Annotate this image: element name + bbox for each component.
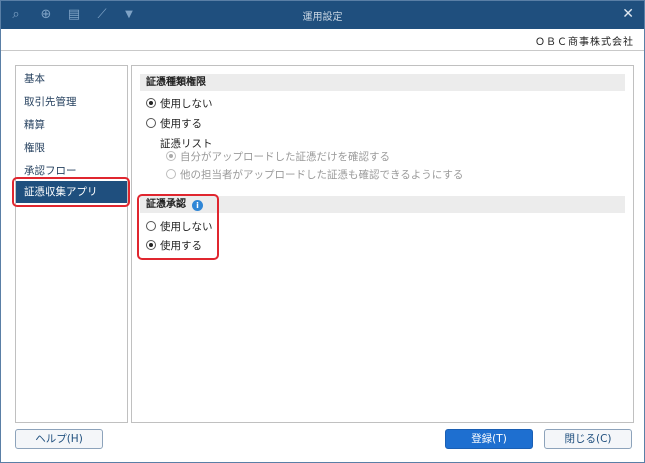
voucher-list-label: 証憑リスト	[160, 138, 213, 150]
register-button[interactable]: 登録(T)	[445, 429, 533, 449]
highlight-box-approval	[137, 194, 219, 260]
radio-own-vouchers-only[interactable]: 自分がアップロードした証憑だけを確認する	[166, 150, 390, 164]
section-header-voucher-type: 証憑種類権限	[140, 74, 625, 91]
sidebar-item-permissions[interactable]: 権限	[16, 137, 127, 159]
radio-voucher-type-not-use[interactable]: 使用しない	[146, 97, 213, 111]
radio-icon	[146, 98, 156, 108]
sidebar-item-partner-management[interactable]: 取引先管理	[16, 91, 127, 113]
radio-icon	[166, 151, 176, 161]
radio-label: 使用しない	[160, 98, 213, 110]
title-bar: ⌕ ⊕ ▤ ⟋ ▼ 運用設定 ✕	[1, 1, 644, 29]
radio-label: 自分がアップロードした証憑だけを確認する	[180, 151, 390, 163]
settings-window: ⌕ ⊕ ▤ ⟋ ▼ 運用設定 ✕ ＯＢＣ商事株式会社 基本 取引先管理 精算 権…	[0, 0, 645, 463]
sidebar: 基本 取引先管理 精算 権限 承認フロー 証憑収集アプリ	[15, 65, 128, 423]
radio-icon	[166, 169, 176, 179]
radio-icon	[146, 118, 156, 128]
window-title: 運用設定	[302, 12, 343, 23]
close-button[interactable]: 閉じる(C)	[544, 429, 632, 449]
help-button[interactable]: ヘルプ(H)	[15, 429, 103, 449]
close-icon[interactable]: ✕	[622, 6, 634, 22]
company-name: ＯＢＣ商事株式会社	[535, 37, 634, 48]
radio-label: 他の担当者がアップロードした証憑も確認できるようにする	[180, 169, 464, 181]
sidebar-item-settlement[interactable]: 精算	[16, 114, 127, 136]
highlight-box-sidebar	[12, 177, 130, 207]
sidebar-item-basic[interactable]: 基本	[16, 68, 127, 90]
radio-others-vouchers[interactable]: 他の担当者がアップロードした証憑も確認できるようにする	[166, 168, 463, 182]
radio-voucher-type-use[interactable]: 使用する	[146, 117, 202, 131]
radio-label: 使用する	[160, 118, 202, 130]
divider	[1, 50, 644, 51]
